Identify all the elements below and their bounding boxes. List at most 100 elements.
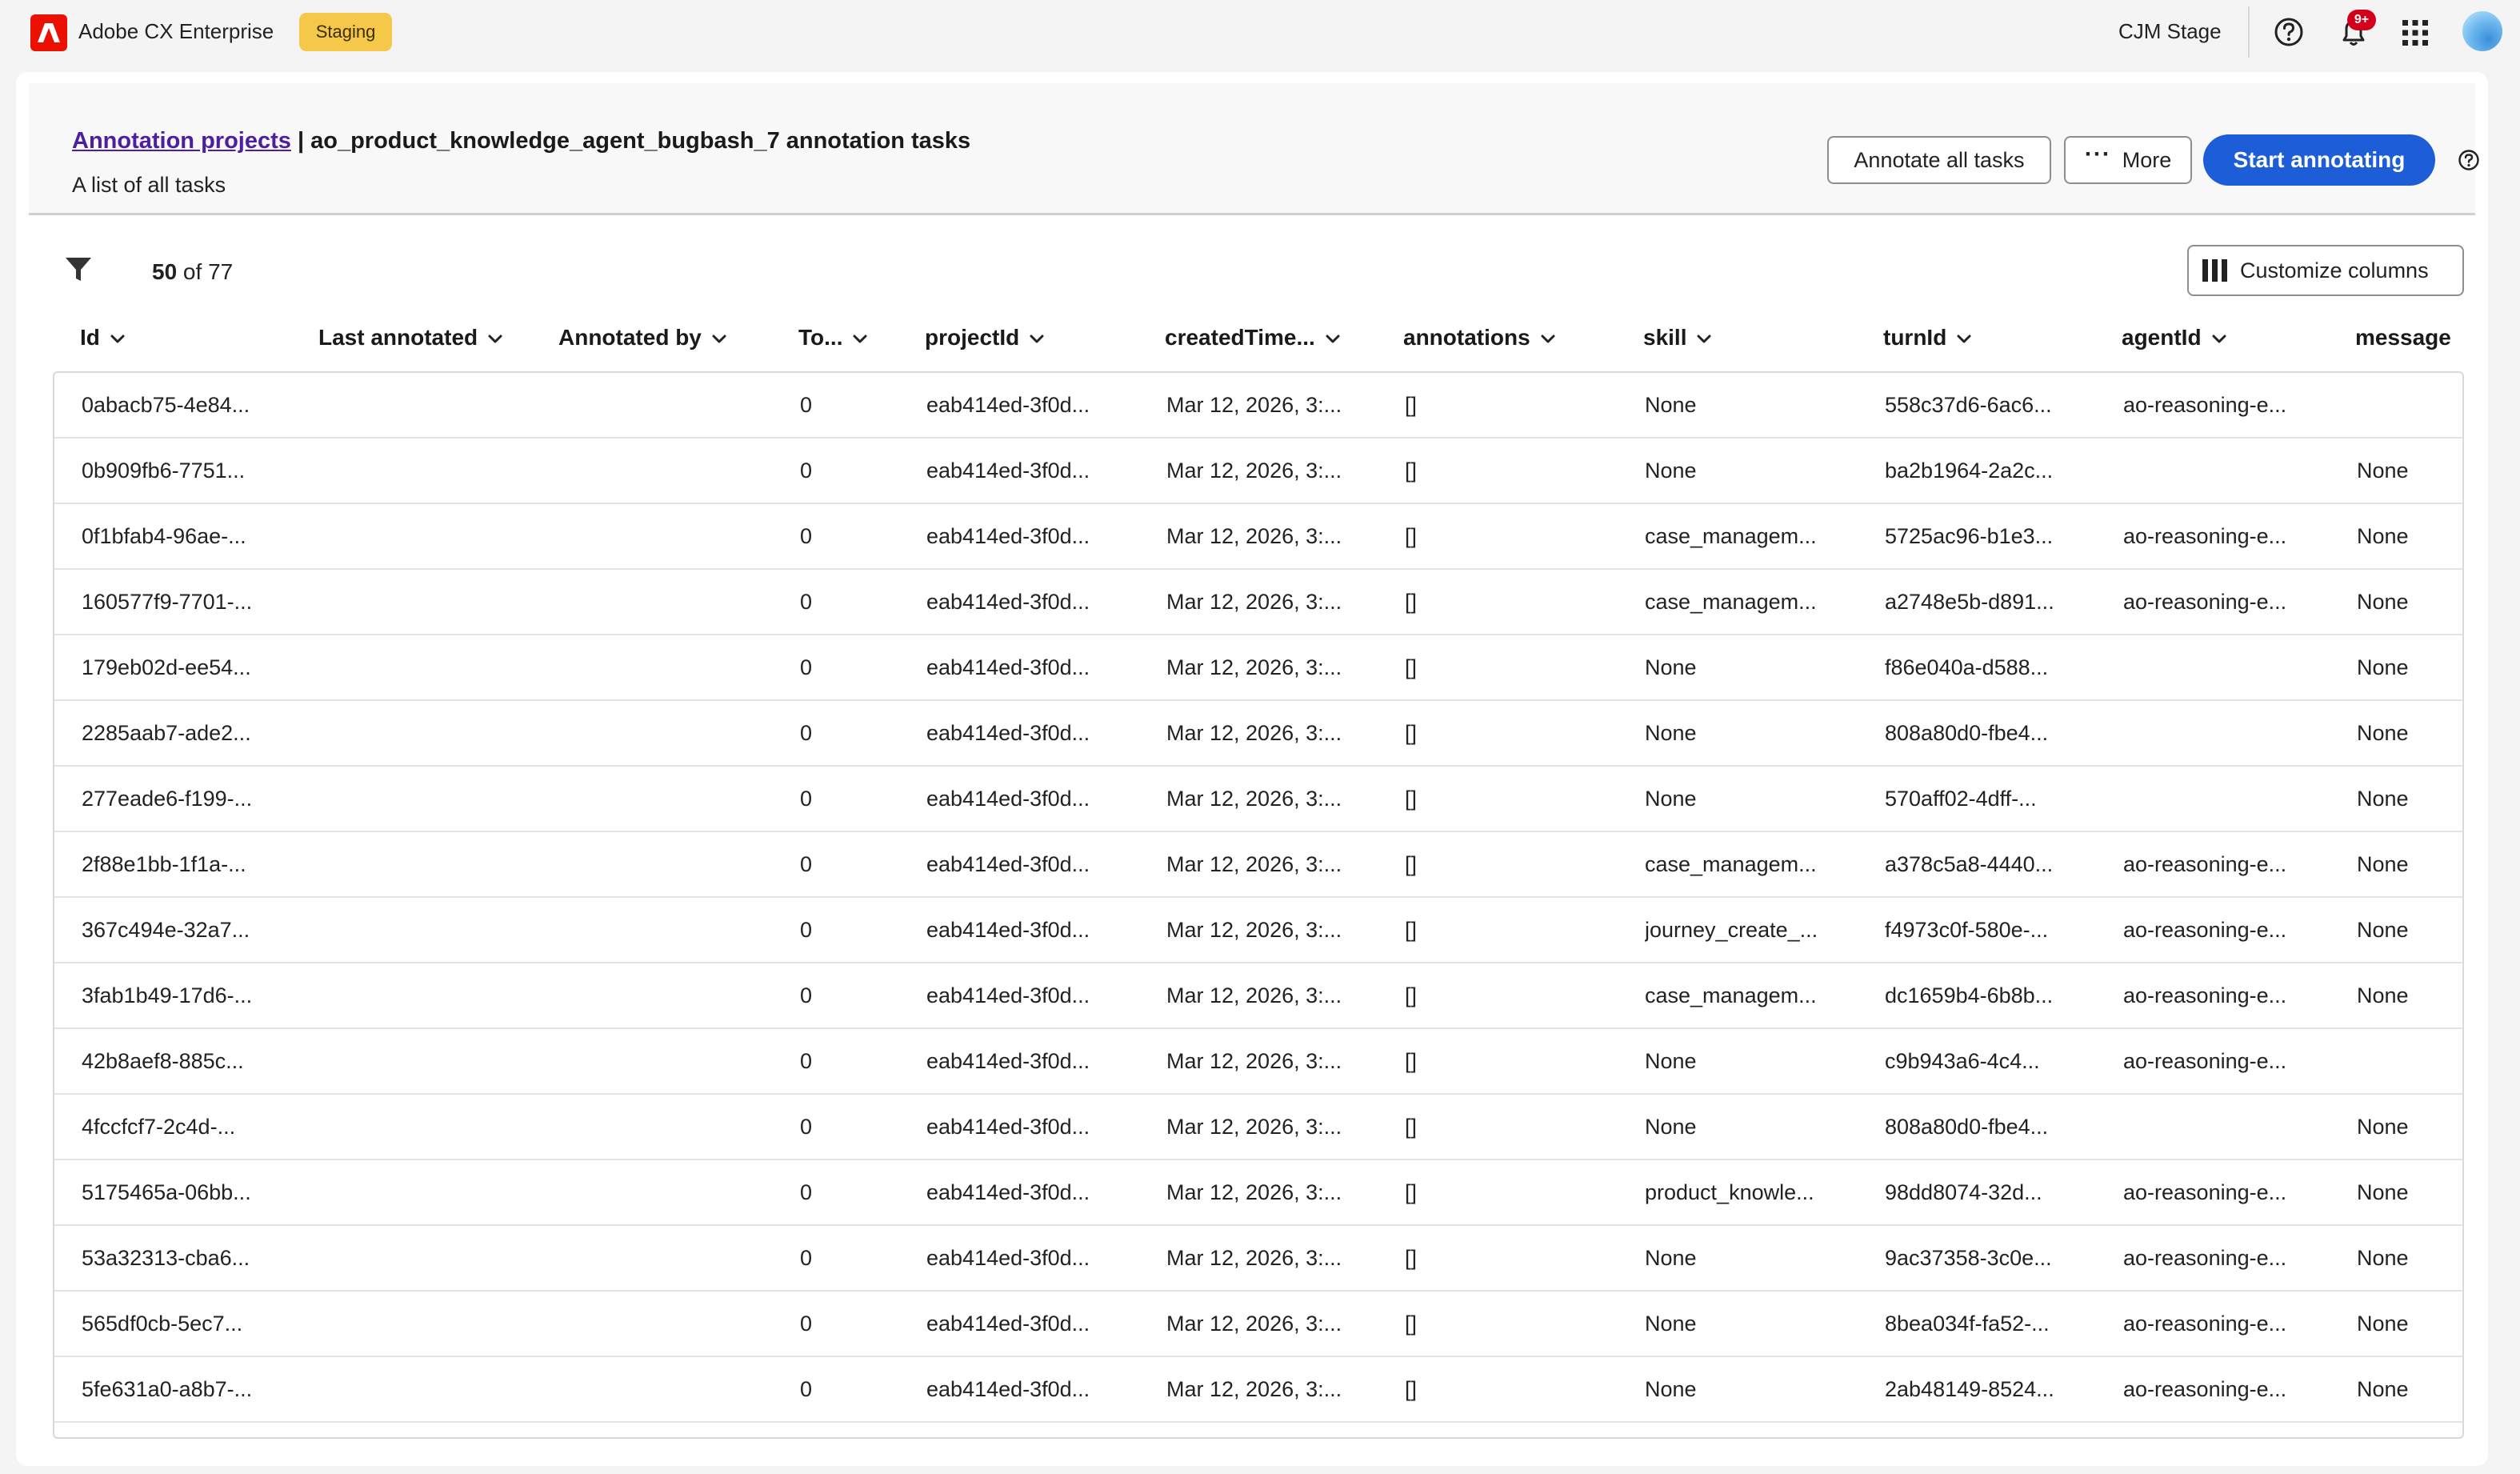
sort-chevron-down-icon[interactable]: [2202, 325, 2227, 350]
table-row[interactable]: 0f1bfab4-96ae-... 0 eab414ed-3f0d... Mar 12…: [54, 504, 2462, 570]
cell-skill: None: [1645, 1376, 1697, 1401]
cell-last-annotated: [320, 1095, 536, 1159]
cell-annotated-by: [560, 570, 776, 634]
row-count: 50 of 77: [152, 259, 233, 285]
table-row[interactable]: 179eb02d-ee54... 0 eab414ed-3f0d... Mar 12,…: [54, 635, 2462, 701]
annotate-all-tasks-button[interactable]: Annotate all tasks: [1827, 136, 2051, 184]
cell-created-time: Mar 12, 2026, 3:...: [1166, 655, 1342, 679]
breadcrumb-annotation-projects-link[interactable]: Annotation projects: [72, 128, 291, 154]
org-switcher[interactable]: CJM Stage: [2118, 19, 2222, 44]
cell-project-id: eab414ed-3f0d...: [926, 1180, 1090, 1204]
column-header-annotated-by[interactable]: Annotated by: [558, 320, 727, 355]
sort-chevron-down-icon[interactable]: [100, 325, 126, 350]
table-row[interactable]: 42b8aef8-885c... 0 eab414ed-3f0d... Mar 12,…: [54, 1029, 2462, 1095]
cell-annotations: []: [1405, 523, 1418, 548]
table-row[interactable]: 0abacb75-4e84... 0 eab414ed-3f0d... Mar 12,…: [54, 373, 2462, 439]
cell-created-time: Mar 12, 2026, 3:...: [1166, 392, 1342, 417]
table-row[interactable]: 2f88e1bb-1f1a-... 0 eab414ed-3f0d... Mar 12…: [54, 832, 2462, 898]
cell-agent-id: ao-reasoning-e...: [2123, 1180, 2287, 1204]
cell-project-id: eab414ed-3f0d...: [926, 1114, 1090, 1139]
cell-message: None: [2357, 720, 2409, 745]
cell-id: 5175465a-06bb...: [82, 1180, 251, 1204]
sort-chevron-down-icon[interactable]: [1946, 325, 1972, 350]
table-row[interactable]: 0b909fb6-7751... 0 eab414ed-3f0d... Mar 12,…: [54, 439, 2462, 504]
info-icon[interactable]: [2458, 149, 2480, 171]
column-header-annotations[interactable]: annotations: [1403, 320, 1556, 355]
table-row[interactable]: 53a32313-cba6... 0 eab414ed-3f0d... Mar 12,…: [54, 1226, 2462, 1292]
cell-message: None: [2357, 1245, 2409, 1270]
main-card: Annotation projects | ao_product_knowled…: [16, 72, 2488, 1466]
cell-annotations: []: [1405, 851, 1418, 876]
user-avatar[interactable]: [2462, 11, 2502, 51]
column-header-label: Last annotated: [318, 325, 478, 350]
column-header-id[interactable]: Id: [80, 320, 126, 355]
help-icon[interactable]: [2273, 16, 2305, 48]
column-header-turn-id[interactable]: turnId: [1883, 320, 1972, 355]
more-actions-button[interactable]: ··· More: [2064, 136, 2192, 184]
cell-id: 565df0cb-5ec7...: [82, 1311, 243, 1336]
sort-chevron-down-icon[interactable]: [702, 325, 727, 350]
cell-agent-id: ao-reasoning-e...: [2123, 1311, 2287, 1336]
cell-skill: None: [1645, 1048, 1697, 1073]
cell-turn-id: f86e040a-d588...: [1885, 655, 2049, 679]
cell-last-annotated: [320, 1029, 536, 1093]
column-header-message[interactable]: message: [2355, 320, 2451, 355]
table-row[interactable]: 4fccfcf7-2c4d-... 0 eab414ed-3f0d... Mar 12…: [54, 1095, 2462, 1160]
cell-project-id: eab414ed-3f0d...: [926, 720, 1090, 745]
column-header-label: createdTime...: [1165, 325, 1315, 350]
column-header-created-time[interactable]: createdTime...: [1165, 320, 1341, 355]
top-bar: Adobe CX Enterprise Staging CJM Stage 9+: [0, 0, 2520, 66]
cell-annotations: []: [1405, 1245, 1418, 1270]
column-header-agent-id[interactable]: agentId: [2122, 320, 2227, 355]
cell-last-annotated: [320, 373, 536, 437]
column-header-project-id[interactable]: projectId: [925, 320, 1045, 355]
column-header-last-annotated[interactable]: Last annotated: [318, 320, 503, 355]
cell-created-time: Mar 12, 2026, 3:...: [1166, 589, 1342, 614]
table-row[interactable]: 3fab1b49-17d6-... 0 eab414ed-3f0d... Mar 12…: [54, 963, 2462, 1029]
sort-chevron-down-icon[interactable]: [1686, 325, 1712, 350]
cell-annotations: []: [1405, 786, 1418, 811]
cell-message: None: [2357, 851, 2409, 876]
sort-chevron-down-icon[interactable]: [1019, 325, 1045, 350]
cell-project-id: eab414ed-3f0d...: [926, 1311, 1090, 1336]
table-row[interactable]: 2285aab7-ade2... 0 eab414ed-3f0d... Mar 12,…: [54, 701, 2462, 767]
column-header-skill[interactable]: skill: [1643, 320, 1712, 355]
table-row[interactable]: 565df0cb-5ec7... 0 eab414ed-3f0d... Mar 12,…: [54, 1292, 2462, 1357]
cell-id: 4fccfcf7-2c4d-...: [82, 1114, 236, 1139]
cell-skill: journey_create_...: [1645, 917, 1818, 942]
cell-id: 367c494e-32a7...: [82, 917, 250, 942]
app-title[interactable]: Adobe CX Enterprise: [78, 19, 274, 44]
table-row[interactable]: 367c494e-32a7... 0 eab414ed-3f0d... Mar 12,…: [54, 898, 2462, 963]
cell-id: 2285aab7-ade2...: [82, 720, 251, 745]
cell-total: 0: [800, 655, 813, 679]
cell-last-annotated: [320, 570, 536, 634]
column-header-label: message: [2355, 325, 2451, 350]
column-header-total[interactable]: To...: [798, 320, 868, 355]
table-row[interactable]: 5175465a-06bb... 0 eab414ed-3f0d... Mar 12,…: [54, 1160, 2462, 1226]
cell-last-annotated: [320, 898, 536, 962]
cell-annotations: []: [1405, 392, 1418, 417]
cell-turn-id: 8bea034f-fa52-...: [1885, 1311, 2050, 1336]
cell-message: None: [2357, 589, 2409, 614]
cell-created-time: Mar 12, 2026, 3:...: [1166, 1180, 1342, 1204]
start-annotating-button[interactable]: Start annotating: [2203, 134, 2435, 186]
cell-project-id: eab414ed-3f0d...: [926, 655, 1090, 679]
cell-project-id: eab414ed-3f0d...: [926, 392, 1090, 417]
sort-chevron-down-icon[interactable]: [1315, 325, 1341, 350]
sort-chevron-down-icon[interactable]: [1530, 325, 1556, 350]
cell-annotated-by: [560, 1357, 776, 1421]
columns-icon: [2202, 259, 2227, 282]
cell-agent-id: [2123, 701, 2331, 765]
app-switcher-grid-icon[interactable]: [2400, 18, 2430, 48]
cell-annotated-by: [560, 439, 776, 503]
sort-chevron-down-icon[interactable]: [478, 325, 503, 350]
table-row[interactable]: 5fe631a0-a8b7-... 0 eab414ed-3f0d... Mar 12…: [54, 1357, 2462, 1423]
table-row[interactable]: 160577f9-7701-... 0 eab414ed-3f0d... Mar 12…: [54, 570, 2462, 635]
customize-columns-button[interactable]: Customize columns: [2187, 245, 2464, 296]
adobe-logo-icon[interactable]: [30, 14, 67, 51]
cell-turn-id: ba2b1964-2a2c...: [1885, 458, 2054, 483]
sort-chevron-down-icon[interactable]: [842, 325, 868, 350]
filter-icon[interactable]: [64, 256, 93, 283]
table-row[interactable]: 277eade6-f199-... 0 eab414ed-3f0d... Mar 12…: [54, 767, 2462, 832]
cell-total: 0: [800, 1048, 813, 1073]
